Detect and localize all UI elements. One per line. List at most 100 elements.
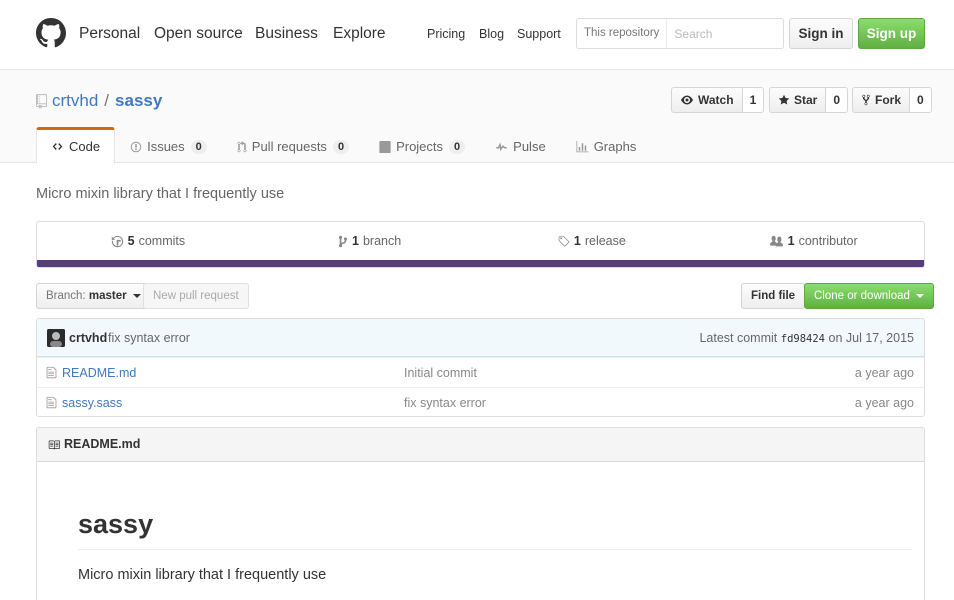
github-logo-icon[interactable] [36,18,66,48]
fork-count[interactable]: 0 [910,87,932,113]
avatar-image [47,329,65,347]
star-icon [778,94,790,105]
file-commit-message[interactable]: fix syntax error [404,396,486,410]
tab-issues[interactable]: Issues 0 [115,127,222,164]
chevron-down-icon [916,293,925,298]
search-box: This repository [576,18,784,49]
fork-action: Fork 0 [852,87,932,113]
tab-issues-label: Issues [147,139,185,154]
repo-tabs: Code Issues 0 Pull requests 0 Projects 0… [36,127,652,164]
search-input[interactable] [667,19,783,48]
branch-prefix: Branch: [46,290,86,302]
fork-button[interactable]: Fork [852,87,911,113]
watch-count[interactable]: 1 [742,87,765,113]
star-action: Star 0 [769,87,849,113]
book-icon [48,440,60,450]
branches-count: 1 [352,234,359,248]
search-scope-label: This repository [577,19,668,48]
tab-pull-requests[interactable]: Pull requests 0 [222,127,364,164]
commits-count: 5 [127,234,135,248]
repo-name-link[interactable]: sassy [115,91,162,111]
history-icon [111,235,123,247]
tab-pulse-label: Pulse [513,139,546,154]
projects-counter: 0 [449,139,466,154]
branch-icon [338,235,348,247]
nav-open-source[interactable]: Open source [154,25,243,43]
table-row: README.md Initial commit a year ago [37,357,924,387]
nav-business[interactable]: Business [255,25,318,43]
tab-code-label: Code [69,139,101,154]
latest-commit-prefix: Latest commit [699,331,778,345]
eye-icon [681,95,693,105]
contributors-count: 1 [787,234,795,248]
commit-sha[interactable]: fd98424 [781,333,825,345]
star-count[interactable]: 0 [826,87,849,113]
fork-label: Fork [875,93,902,107]
readme-heading: sassy [78,509,912,550]
repo-header: crtvhd / sassy Watch 1 Star 0 Fork 0 Cod… [0,70,954,164]
code-icon [52,143,63,150]
nav-pricing[interactable]: Pricing [427,27,465,41]
file-age: a year ago [854,396,914,410]
new-pull-request-button[interactable]: New pull request [143,283,249,309]
tab-pulse[interactable]: Pulse [480,127,561,164]
readme-body: Micro mixin library that I frequently us… [78,567,327,583]
releases-link[interactable]: 1 release [481,222,703,260]
tag-icon [558,235,570,246]
file-link[interactable]: sassy.sass [62,396,122,410]
chevron-down-icon [132,293,141,298]
issue-icon [130,141,142,152]
pull-requests-counter: 0 [332,139,350,154]
repo-owner-link[interactable]: crtvhd [52,91,98,111]
graph-icon [576,140,589,152]
releases-count: 1 [573,234,581,248]
repo-description: Micro mixin library that I frequently us… [36,186,285,202]
branches-link[interactable]: 1 branch [259,222,481,260]
avatar[interactable] [47,329,65,347]
readme-filename: README.md [64,437,141,451]
language-bar[interactable] [37,260,924,267]
project-icon [379,140,391,153]
watch-action: Watch 1 [671,87,765,113]
sign-in-button[interactable]: Sign in [789,18,853,49]
contributors-label: contributor [798,234,858,248]
fork-icon [862,94,870,106]
star-button[interactable]: Star [769,87,827,113]
commits-link[interactable]: 5 commits [37,222,259,260]
watch-button[interactable]: Watch [671,87,743,113]
nav-support[interactable]: Support [517,27,561,41]
file-table: crtvhd fix syntax error Latest commit fd… [36,318,925,417]
tab-graphs[interactable]: Graphs [561,127,652,164]
readme-header: README.md [37,428,924,462]
commits-label: commits [138,234,186,248]
repo-icon [36,93,47,109]
tab-projects[interactable]: Projects 0 [364,127,480,164]
latest-commit-bar: crtvhd fix syntax error Latest commit fd… [37,319,924,357]
file-commit-message[interactable]: Initial commit [404,366,477,380]
clone-label: Clone or download [814,290,910,302]
tab-code[interactable]: Code [36,127,116,164]
pulse-icon [496,141,507,151]
file-text-icon [46,366,57,379]
tab-projects-label: Projects [396,139,444,154]
readme-box: README.md sassy Micro mixin library that… [36,427,925,600]
tab-graphs-label: Graphs [593,139,637,154]
file-text-icon [46,396,57,409]
commit-date: on Jul 17, 2015 [828,331,915,345]
nav-blog[interactable]: Blog [479,27,504,41]
branch-select-button[interactable]: Branch: master [36,283,151,309]
nav-explore[interactable]: Explore [333,25,386,43]
file-link[interactable]: README.md [62,366,136,380]
contributors-link[interactable]: 1 contributor [702,222,924,260]
releases-label: release [584,234,626,248]
commit-message[interactable]: fix syntax error [108,331,190,345]
star-label: Star [794,93,818,107]
find-file-button[interactable]: Find file [741,283,806,309]
tab-pull-requests-label: Pull requests [251,139,327,154]
sign-up-button[interactable]: Sign up [858,18,925,49]
pull-request-icon [237,140,247,152]
commit-author[interactable]: crtvhd [69,331,107,345]
nav-personal[interactable]: Personal [79,25,140,43]
repo-title: crtvhd / sassy [36,91,162,111]
clone-download-button[interactable]: Clone or download [804,283,935,309]
